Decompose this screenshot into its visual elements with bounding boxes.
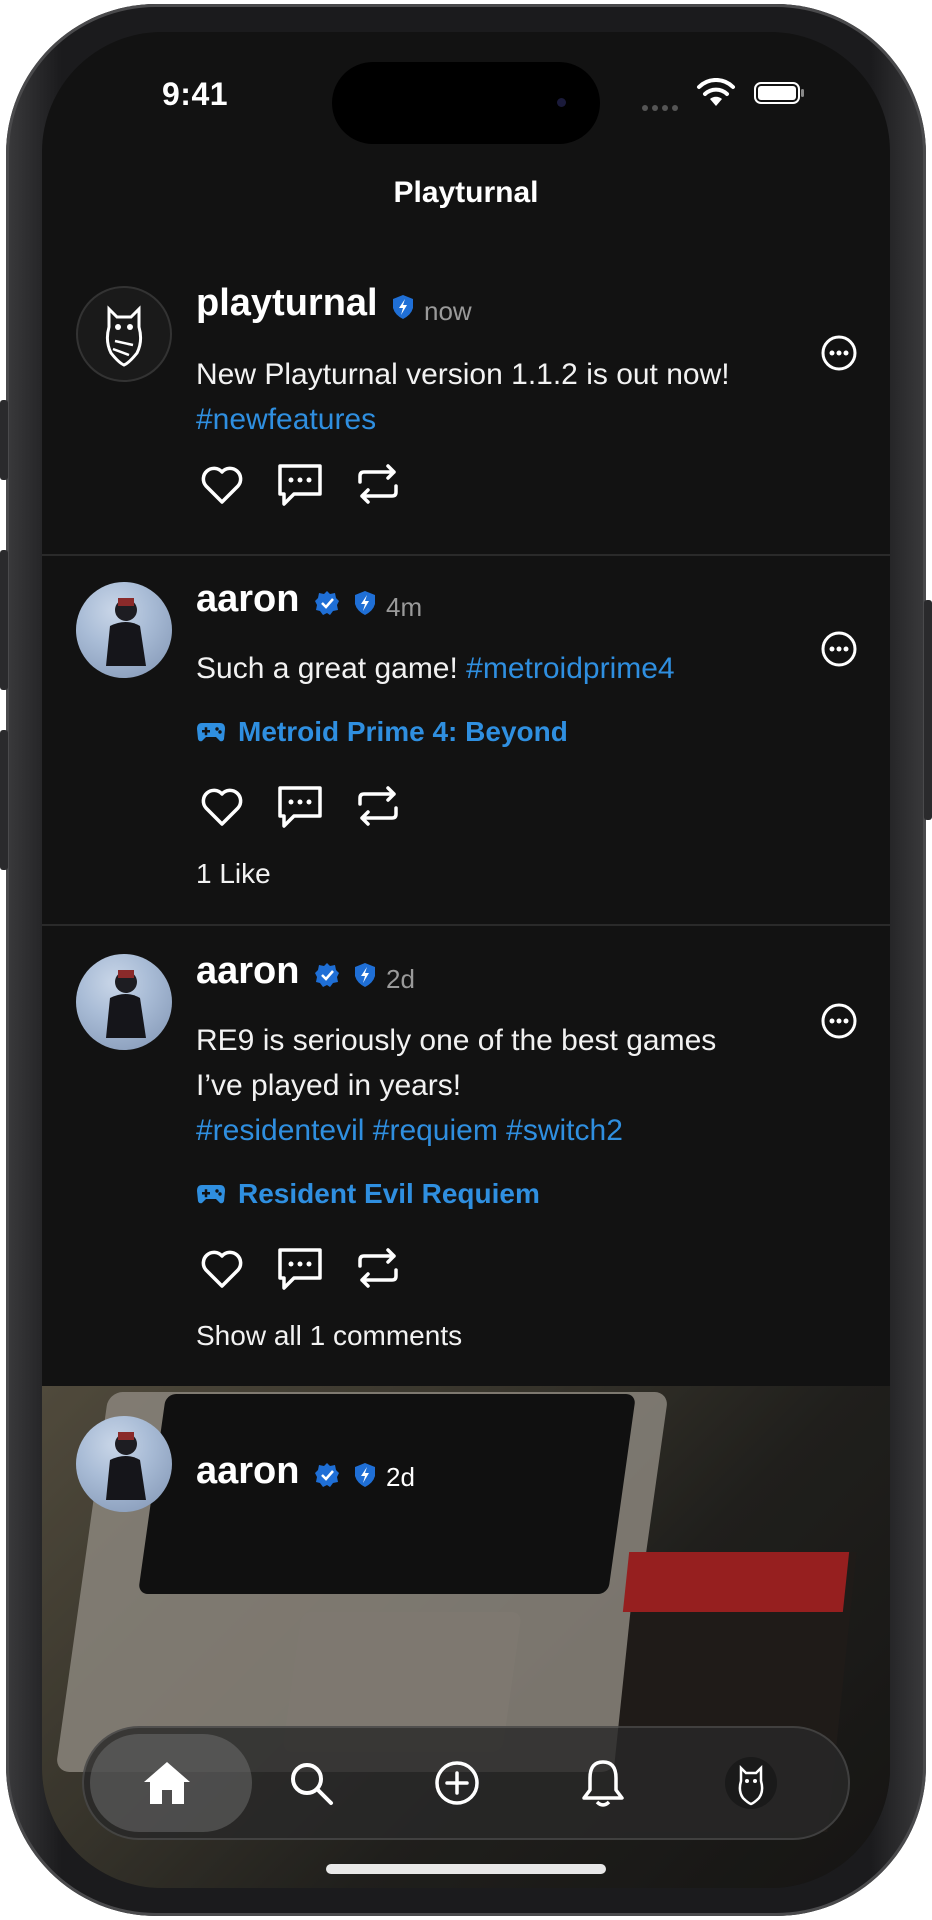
post-text: New Playturnal version 1.1.2 is out now!…: [196, 352, 836, 442]
verified-badge-icon: [315, 963, 339, 987]
game-link[interactable]: Resident Evil Requiem: [196, 1178, 540, 1210]
comment-icon[interactable]: [274, 1242, 326, 1294]
post-username[interactable]: aaron: [196, 578, 299, 621]
comment-icon[interactable]: [274, 458, 326, 510]
post-time: 2d: [386, 964, 415, 994]
tab-notifications[interactable]: [576, 1756, 630, 1810]
post-text-line: I’ve played in years!: [196, 1069, 462, 1102]
side-button-left-1: [0, 400, 8, 480]
post-time: 2d: [386, 1462, 415, 1492]
lightning-badge-icon: [355, 963, 375, 987]
search-icon: [291, 1763, 333, 1805]
plus-circle-icon: [435, 1761, 479, 1805]
repost-icon[interactable]: [352, 1242, 404, 1294]
side-button-left-2: [0, 550, 8, 690]
side-button-left-3: [0, 730, 8, 870]
dynamic-island: [332, 62, 600, 144]
game-title: Resident Evil Requiem: [238, 1178, 540, 1209]
profile-owl-icon: [725, 1757, 777, 1809]
gamepad-icon: [197, 723, 225, 742]
side-button-right: [924, 600, 932, 820]
person-photo-icon: [106, 1432, 146, 1500]
lightning-badge-icon: [355, 1463, 375, 1487]
post-hashtags[interactable]: #metroidprime4: [466, 652, 674, 685]
post-text-line: RE9 is seriously one of the best games: [196, 1024, 717, 1057]
owl-logo-icon: [105, 305, 143, 367]
divider: [42, 924, 890, 926]
lightning-badge-icon: [355, 591, 375, 615]
verified-badge-icon: [315, 1463, 339, 1487]
person-photo-icon: [106, 598, 146, 666]
camera-dot: [557, 98, 566, 107]
lightning-badge-icon: [393, 295, 413, 319]
post-text-line: New Playturnal version 1.1.2 is out now!: [196, 358, 730, 391]
gamepad-icon: [197, 1185, 225, 1204]
post-hashtags[interactable]: #residentevil #requiem #switch2: [196, 1108, 836, 1153]
comment-icon[interactable]: [274, 780, 326, 832]
post-username[interactable]: playturnal: [196, 282, 378, 325]
post-text: RE9 is seriously one of the best games I…: [196, 1018, 836, 1153]
repost-icon[interactable]: [352, 458, 404, 510]
tab-profile[interactable]: [724, 1756, 778, 1810]
wifi-icon: [697, 78, 735, 106]
post-time: now: [424, 296, 472, 326]
post-hashtags[interactable]: #newfeatures: [196, 397, 836, 442]
heart-icon[interactable]: [196, 780, 248, 832]
verified-badge-icon: [315, 591, 339, 615]
avatar-playturnal[interactable]: [76, 286, 172, 382]
post-text: Such a great game! #metroidprime4: [196, 646, 836, 691]
post-username[interactable]: aaron: [196, 950, 299, 993]
game-title: Metroid Prime 4: Beyond: [238, 716, 568, 747]
home-indicator: [326, 1864, 606, 1874]
status-time: 9:41: [162, 76, 229, 112]
bell-icon: [582, 1760, 624, 1807]
signal-icon: [642, 98, 682, 111]
repost-icon[interactable]: [352, 780, 404, 832]
person-photo-icon: [106, 970, 146, 1038]
home-icon: [144, 1762, 190, 1804]
game-link[interactable]: Metroid Prime 4: Beyond: [196, 716, 568, 748]
post-time: 4m: [386, 592, 423, 622]
avatar-aaron[interactable]: [76, 954, 172, 1050]
tab-search[interactable]: [284, 1756, 338, 1810]
post-username[interactable]: aaron: [196, 1450, 299, 1493]
screen: 9:41 Playturnal playturnal now New Playt…: [42, 32, 890, 1888]
likes-count[interactable]: 1 Like: [196, 858, 271, 890]
heart-icon[interactable]: [196, 1242, 248, 1294]
tab-home[interactable]: [140, 1756, 194, 1810]
show-comments-link[interactable]: Show all 1 comments: [196, 1320, 462, 1352]
tab-create[interactable]: [430, 1756, 484, 1810]
avatar-aaron[interactable]: [76, 582, 172, 678]
heart-icon[interactable]: [196, 458, 248, 510]
divider: [42, 554, 890, 556]
avatar-aaron[interactable]: [76, 1416, 172, 1512]
post-text-line: Such a great game!: [196, 652, 458, 685]
battery-icon: [754, 82, 804, 104]
tab-bar: [82, 1726, 850, 1840]
page-title: Playturnal: [393, 176, 539, 209]
